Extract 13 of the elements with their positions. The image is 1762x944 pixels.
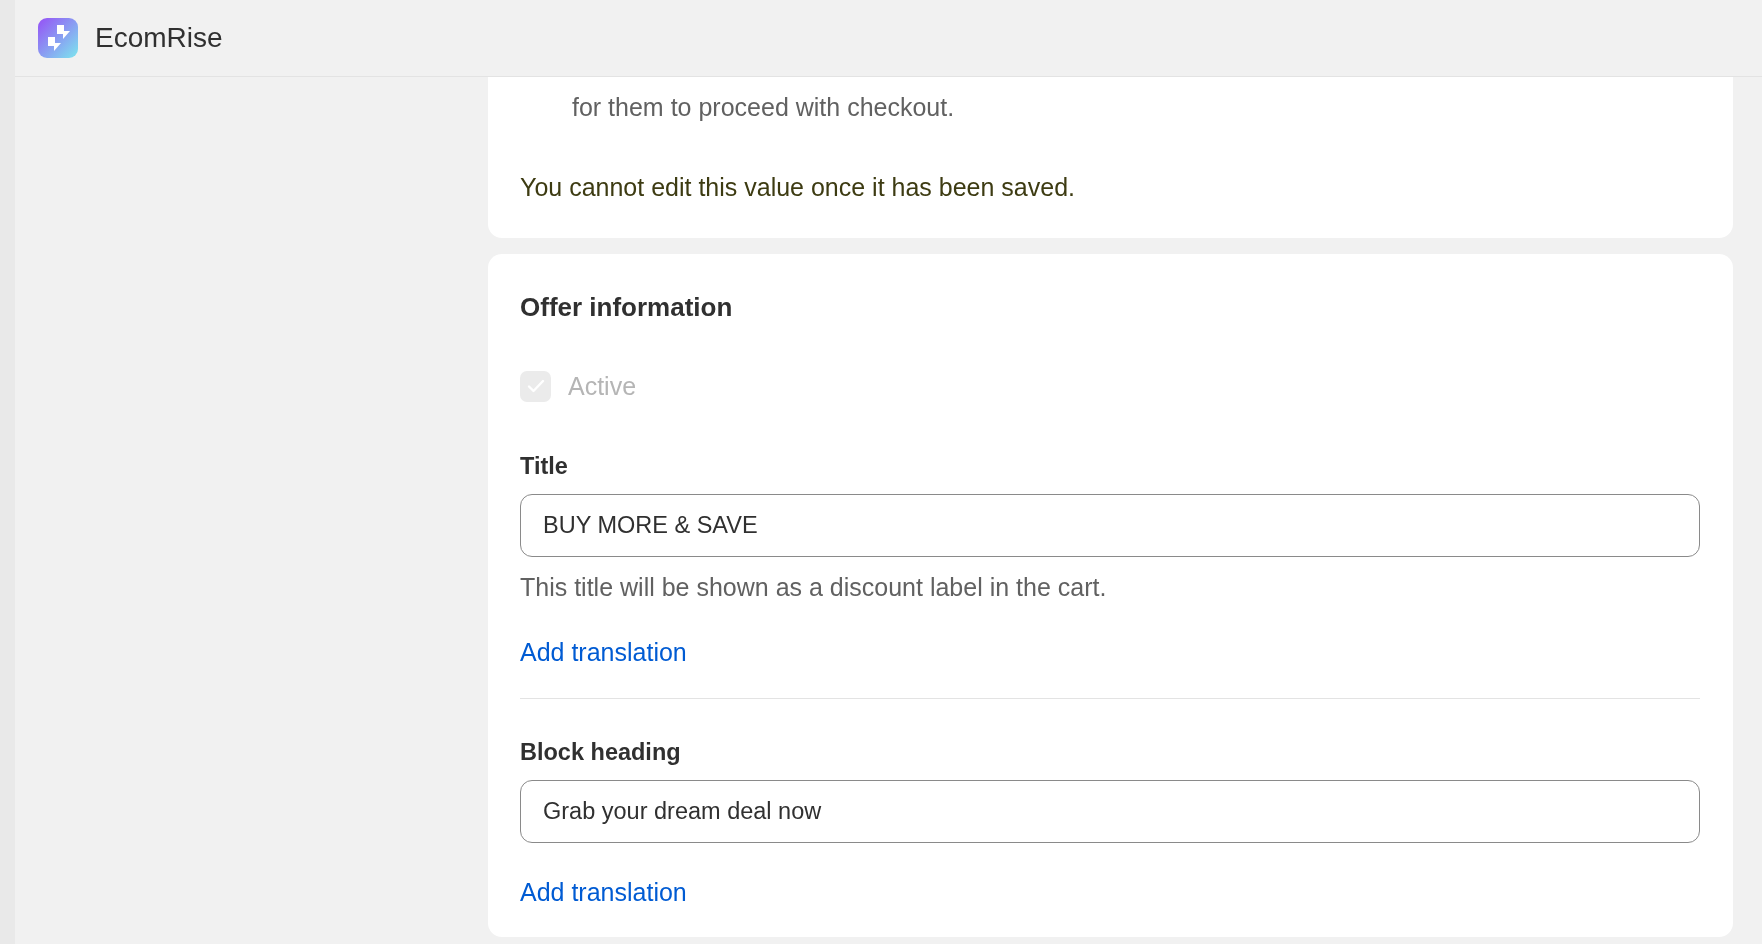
logo-icon [38, 18, 78, 58]
field-label: Block heading [520, 738, 681, 767]
brand-name: EcomRise [95, 21, 223, 55]
card-heading: Offer information [520, 291, 733, 323]
warning-text: You cannot edit this value once it has been saved. [520, 172, 1076, 203]
field-label: Title [520, 452, 568, 481]
add-translation-link[interactable]: Add translation [520, 636, 687, 668]
text-field[interactable]: Grab your dream deal now [520, 780, 1700, 843]
checkbox-label: Active [568, 371, 637, 402]
help-text: This title will be shown as a discount label in the cart. [520, 572, 1107, 603]
add-translation-link[interactable]: Add translation [520, 876, 687, 908]
text-field[interactable]: BUY MORE & SAVE [520, 494, 1700, 557]
list-text: for them to proceed with checkout. [572, 92, 955, 123]
